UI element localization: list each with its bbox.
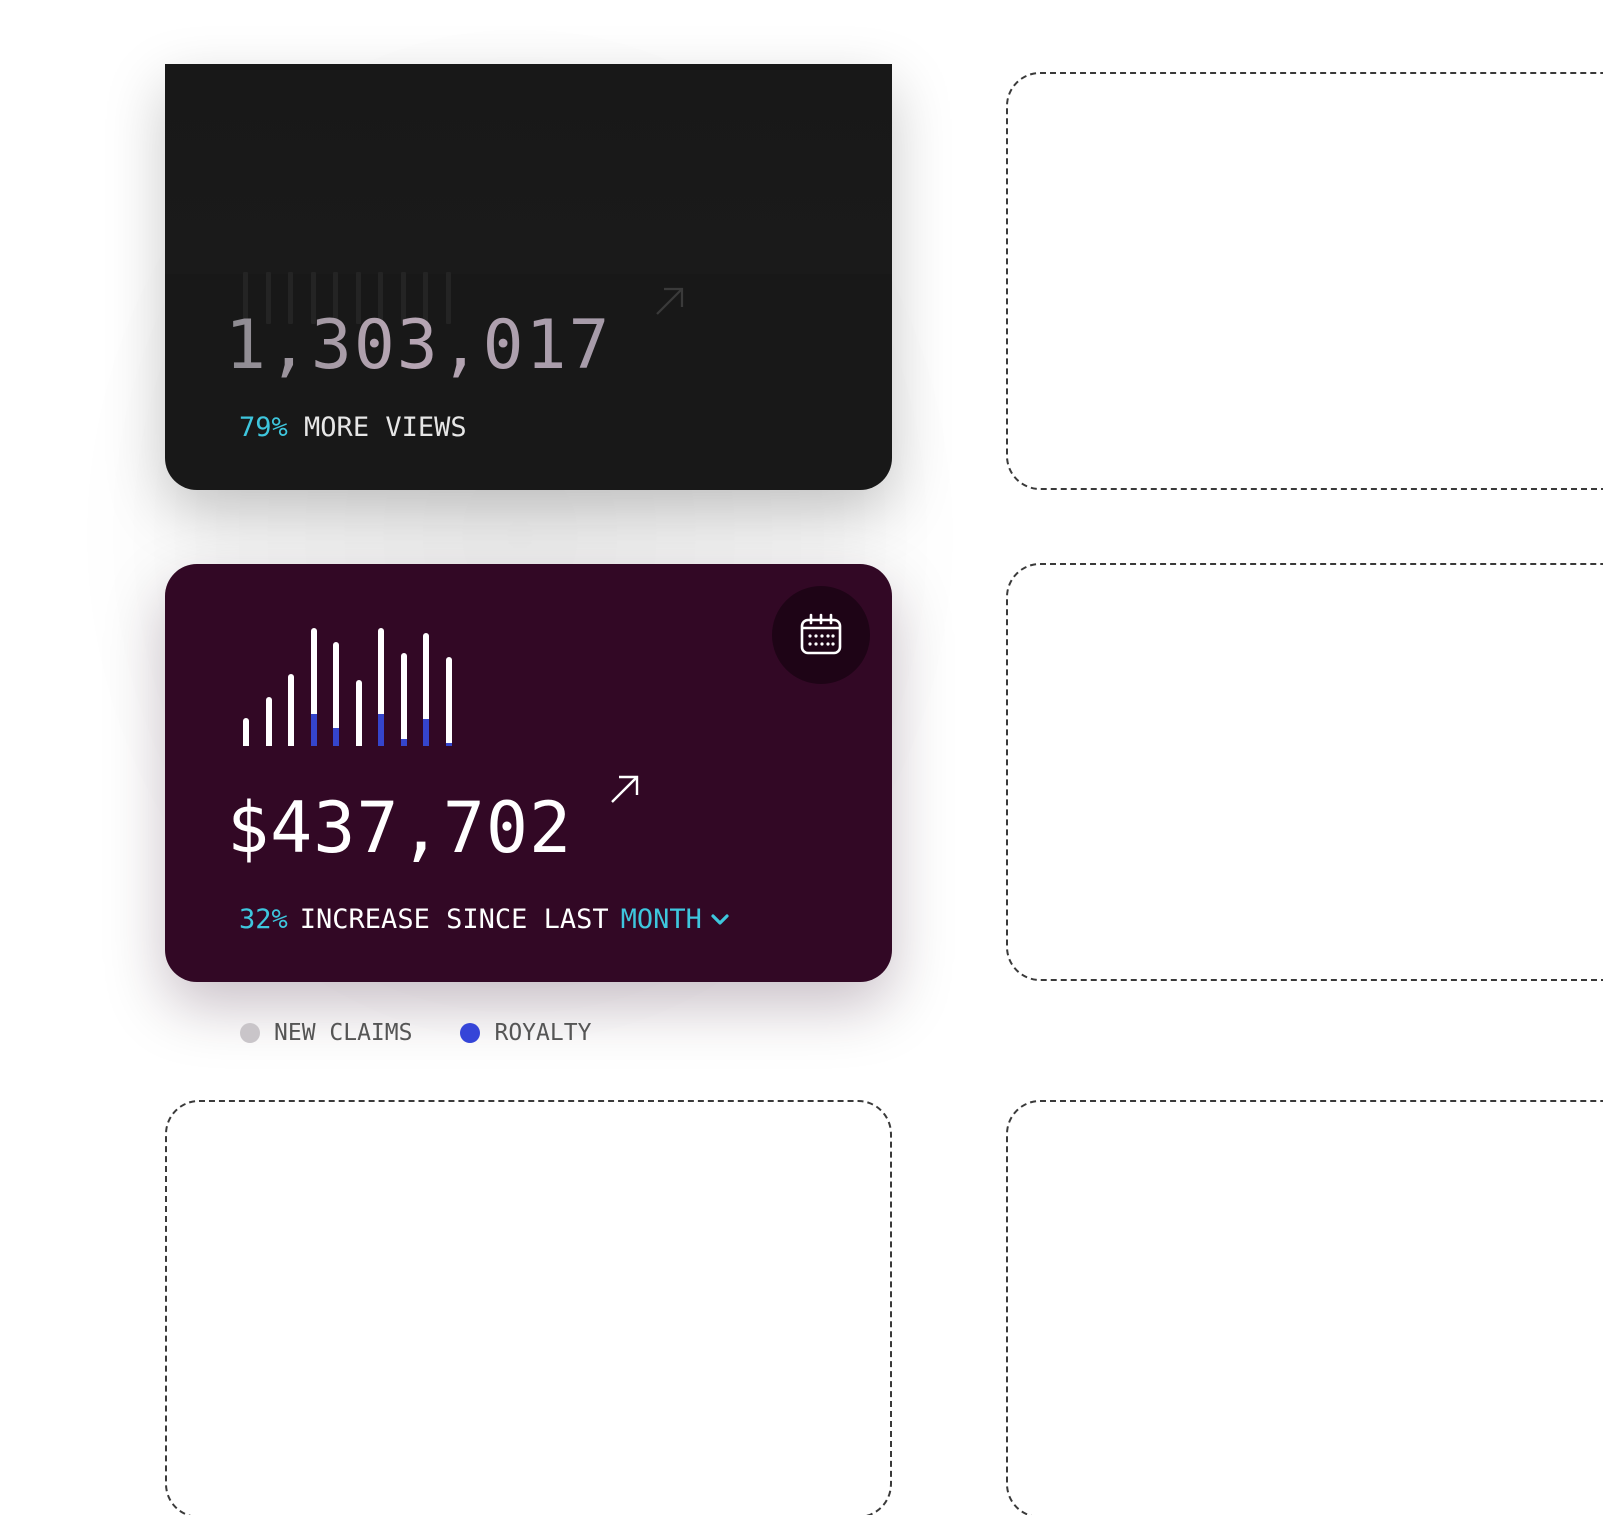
legend-item-royalty: ROYALTY — [460, 1020, 591, 1046]
chart-bar — [243, 718, 249, 746]
legend-label-new-claims: NEW CLAIMS — [274, 1020, 413, 1046]
chart-bar — [333, 641, 339, 746]
legend-label-royalty: ROYALTY — [494, 1020, 592, 1046]
views-card[interactable]: 1,303,017 79% MORE VIEWS — [165, 64, 892, 490]
views-count: 1,303,017 — [225, 306, 612, 385]
chart-bar-royalty — [445, 742, 452, 746]
dashboard-canvas: 1,303,017 79% MORE VIEWS $437,702 32% IN… — [0, 0, 1603, 1515]
period-label: MONTH — [620, 904, 702, 935]
empty-card-slot[interactable] — [1006, 1100, 1603, 1515]
revenue-card[interactable]: $437,702 32% INCREASE SINCE LAST MONTH — [165, 564, 892, 982]
empty-card-slot[interactable] — [1006, 72, 1603, 490]
revenue-change-label: INCREASE SINCE LAST — [299, 904, 609, 935]
legend-dot-royalty — [460, 1023, 481, 1043]
chart-bar — [423, 632, 429, 746]
chart-bar — [288, 674, 294, 746]
legend-dot-new-claims — [240, 1023, 260, 1043]
revenue-bar-chart — [243, 624, 473, 746]
chart-bar-royalty — [378, 713, 384, 746]
calendar-button[interactable] — [772, 586, 870, 684]
chart-bar-royalty — [310, 713, 317, 746]
views-change: 79% MORE VIEWS — [239, 412, 467, 443]
legend-item-new-claims: NEW CLAIMS — [240, 1020, 412, 1046]
chart-bar-royalty — [400, 739, 407, 746]
calendar-icon — [800, 613, 842, 655]
chart-bar — [265, 697, 272, 746]
views-change-label: MORE VIEWS — [304, 412, 467, 443]
empty-card-slot[interactable] — [1006, 563, 1603, 981]
revenue-amount: $437,702 — [227, 787, 573, 869]
chart-legend: NEW CLAIMS ROYALTY — [240, 1020, 591, 1046]
empty-card-slot[interactable] — [165, 1100, 892, 1515]
arrow-up-right-icon — [656, 287, 684, 315]
arrow-up-right-icon — [611, 775, 639, 803]
chart-bar — [445, 656, 452, 746]
chart-bar — [355, 680, 362, 746]
chart-bar — [400, 653, 407, 746]
chart-bar — [310, 628, 317, 746]
revenue-change: 32% INCREASE SINCE LAST MONTH — [239, 904, 730, 935]
views-change-percent: 79% — [239, 412, 288, 443]
chevron-down-icon — [711, 913, 729, 925]
chart-bar — [378, 628, 384, 746]
chart-bar-royalty — [423, 719, 429, 746]
chart-bar-royalty — [333, 727, 339, 746]
period-dropdown[interactable]: MONTH — [621, 904, 730, 935]
revenue-change-percent: 32% — [239, 904, 288, 935]
